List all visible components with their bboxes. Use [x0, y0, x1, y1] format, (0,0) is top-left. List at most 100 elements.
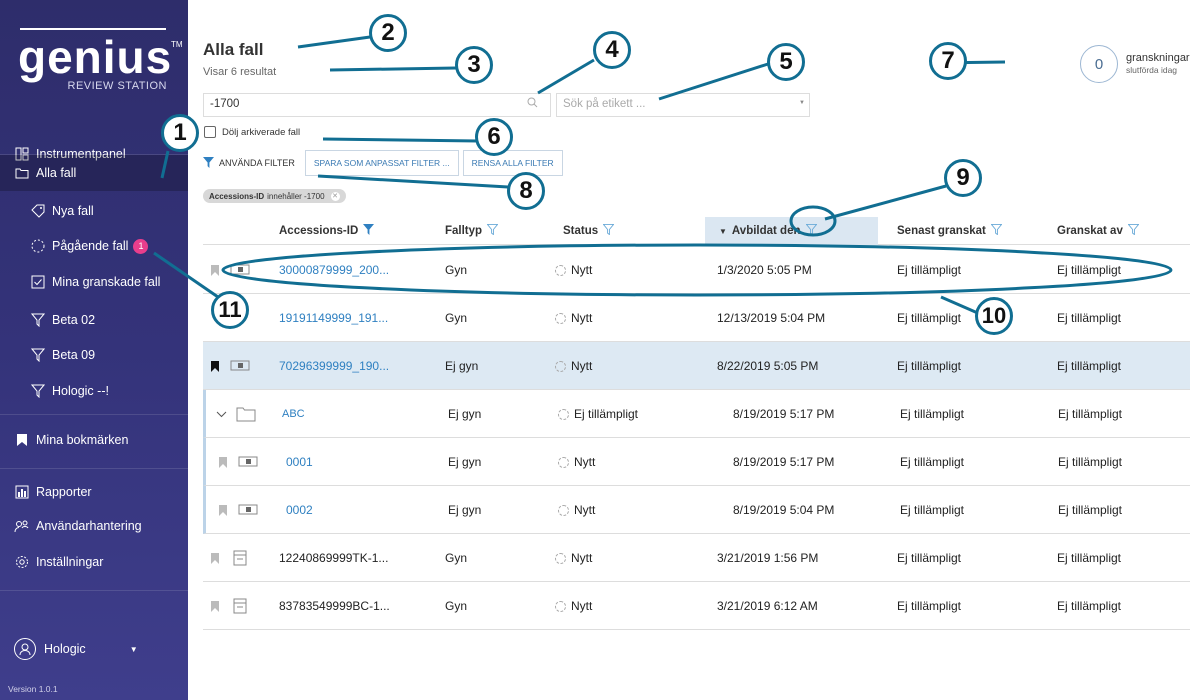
- user-menu[interactable]: Hologic ▼: [14, 638, 138, 660]
- column-granskat-av[interactable]: Granskat av: [1057, 217, 1140, 245]
- filter-chip[interactable]: Accessions-ID innehåller -1700 ✕: [203, 189, 346, 203]
- logo-subtitle: REVIEW STATION: [67, 80, 167, 92]
- hide-archived-label: Dölj arkiverade fall: [222, 126, 301, 138]
- checkbox[interactable]: [204, 126, 216, 138]
- filter-icon[interactable]: [805, 224, 818, 238]
- column-senast-granskat[interactable]: Senast granskat: [897, 217, 1003, 245]
- nav-hologic[interactable]: Hologic --!: [0, 373, 188, 409]
- column-label: Status: [563, 225, 599, 237]
- chevron-down-icon[interactable]: [216, 390, 227, 438]
- nav-beta-09[interactable]: Beta 09: [0, 337, 188, 373]
- callout-2: 2: [369, 14, 407, 52]
- imaged-date: 8/19/2019 5:17 PM: [733, 407, 835, 421]
- table-row[interactable]: 0001 Ej gyn Nytt 8/19/2019 5:17 PM Ej ti…: [203, 438, 1190, 486]
- clear-filters-button[interactable]: RENSA ALLA FILTER: [462, 150, 563, 176]
- nav-label: Nya fall: [52, 204, 94, 218]
- case-status: Nytt: [571, 311, 593, 325]
- accession-id-link[interactable]: 0002: [286, 486, 313, 534]
- case-status: Ej tillämpligt: [574, 407, 639, 421]
- search-input[interactable]: -1700: [203, 93, 551, 117]
- bookmark-icon[interactable]: [210, 534, 220, 582]
- case-status: Nytt: [571, 263, 593, 277]
- nav-label: Beta 02: [52, 313, 96, 327]
- search-icon[interactable]: [527, 97, 538, 111]
- table-row[interactable]: 83783549999BC-1... Gyn Nytt 3/21/2019 6:…: [203, 582, 1190, 630]
- nav-alla-fall[interactable]: Alla fall: [0, 155, 188, 191]
- accession-id-link[interactable]: 19191149999_191...: [279, 294, 388, 342]
- nav-mina-bokmarken[interactable]: Mina bokmärken: [0, 422, 188, 458]
- column-accession-id[interactable]: Accessions-ID: [279, 217, 375, 245]
- save-filter-button[interactable]: SPARA SOM ANPASSAT FILTER ...: [304, 150, 459, 176]
- table-row[interactable]: 0002 Ej gyn Nytt 8/19/2019 5:04 PM Ej ti…: [203, 486, 1190, 534]
- filter-icon[interactable]: [990, 224, 1003, 238]
- case-status: Nytt: [571, 359, 593, 373]
- accession-id-link[interactable]: 30000879999_200...: [279, 246, 389, 294]
- column-avbildat-den[interactable]: ▼ Avbildat den: [705, 217, 878, 245]
- nav-nya-fall[interactable]: Nya fall: [0, 193, 188, 229]
- case-type: Ej gyn: [448, 455, 482, 469]
- close-icon[interactable]: ✕: [330, 191, 340, 201]
- nav-beta-02[interactable]: Beta 02: [0, 302, 188, 338]
- bookmark-icon[interactable]: [210, 582, 220, 630]
- nav-pagaende-fall[interactable]: Pågående fall 1: [0, 228, 188, 264]
- reviewed-by: Ej tillämpligt: [1058, 407, 1123, 421]
- filter-icon[interactable]: [1127, 224, 1140, 238]
- imaged-date: 1/3/2020 5:05 PM: [717, 263, 812, 277]
- column-label: Avbildat den: [731, 225, 801, 237]
- sort-desc-icon: ▼: [719, 226, 727, 236]
- slide-icon: [230, 246, 250, 294]
- table-row[interactable]: 70296399999_190... Ej gyn Nytt 8/22/2019…: [203, 342, 1190, 390]
- status-new-icon: [558, 456, 569, 468]
- caret-down-icon: ▼: [799, 100, 805, 106]
- reviewed-by: Ej tillämpligt: [1057, 263, 1122, 277]
- last-reviewed: Ej tillämpligt: [897, 359, 962, 373]
- genius-logo: genius TM REVIEW STATION: [18, 34, 183, 94]
- last-reviewed: Ej tillämpligt: [897, 311, 962, 325]
- table-row[interactable]: 30000879999_200... Gyn Nytt 1/3/2020 5:0…: [203, 246, 1190, 294]
- version-label: Version 1.0.1: [8, 684, 58, 694]
- nav-label: Alla fall: [36, 166, 77, 180]
- filter-icon[interactable]: [486, 224, 499, 238]
- nav-mina-granskade-fall[interactable]: Mina granskade fall: [0, 264, 188, 300]
- caret-down-icon: ▼: [129, 644, 138, 654]
- tag-search-select[interactable]: Sök på etikett ...: [556, 93, 810, 117]
- nav-label: Inställningar: [36, 555, 104, 569]
- filter-icon[interactable]: [363, 224, 375, 238]
- nav-label: Mina granskade fall: [52, 275, 161, 289]
- table-row[interactable]: 12240869999TK-1... Gyn Nytt 3/21/2019 1:…: [203, 534, 1190, 582]
- reviewed-by: Ej tillämpligt: [1057, 359, 1122, 373]
- column-falltyp[interactable]: Falltyp: [445, 217, 499, 245]
- case-status: Nytt: [574, 455, 596, 469]
- reviews-count: 0: [1080, 45, 1118, 83]
- accession-id[interactable]: 12240869999TK-1...: [279, 534, 388, 582]
- bookmark-icon[interactable]: [218, 486, 228, 534]
- cassette-icon: [233, 534, 247, 582]
- accession-id-link[interactable]: ABC: [282, 390, 305, 438]
- reviewed-by: Ej tillämpligt: [1057, 311, 1122, 325]
- imaged-date: 8/19/2019 5:04 PM: [733, 503, 835, 517]
- accession-id[interactable]: 83783549999BC-1...: [279, 582, 390, 630]
- nav-installningar[interactable]: Inställningar: [0, 544, 188, 580]
- avatar-icon: [14, 638, 36, 660]
- hide-archived-toggle[interactable]: Dölj arkiverade fall: [204, 126, 300, 138]
- case-type: Gyn: [445, 311, 468, 325]
- chip-key: Accessions-ID: [209, 191, 265, 201]
- table-row-group[interactable]: ABC Ej gyn Ej tillämpligt 8/19/2019 5:17…: [203, 390, 1190, 438]
- nav-anvandarhantering[interactable]: Användarhantering: [0, 508, 188, 544]
- nav-rapporter[interactable]: Rapporter: [0, 474, 188, 510]
- filter-icon[interactable]: [602, 224, 615, 238]
- table-row[interactable]: 19191149999_191... Gyn Nytt 12/13/2019 5…: [203, 294, 1190, 342]
- status-new-icon: [555, 360, 566, 372]
- reviewed-by: Ej tillämpligt: [1058, 503, 1123, 517]
- column-status[interactable]: Status: [563, 217, 615, 245]
- checkbox-checked-icon: [30, 274, 46, 290]
- status-new-icon: [555, 264, 566, 276]
- last-reviewed: Ej tillämpligt: [900, 407, 965, 421]
- logo-tm: TM: [171, 40, 183, 49]
- bookmark-icon[interactable]: [210, 342, 220, 390]
- accession-id-link[interactable]: 0001: [286, 438, 313, 486]
- bookmark-icon[interactable]: [218, 438, 228, 486]
- bookmark-icon[interactable]: [210, 246, 220, 294]
- accession-id-link[interactable]: 70296399999_190...: [279, 342, 389, 390]
- callout-5: 5: [767, 43, 805, 81]
